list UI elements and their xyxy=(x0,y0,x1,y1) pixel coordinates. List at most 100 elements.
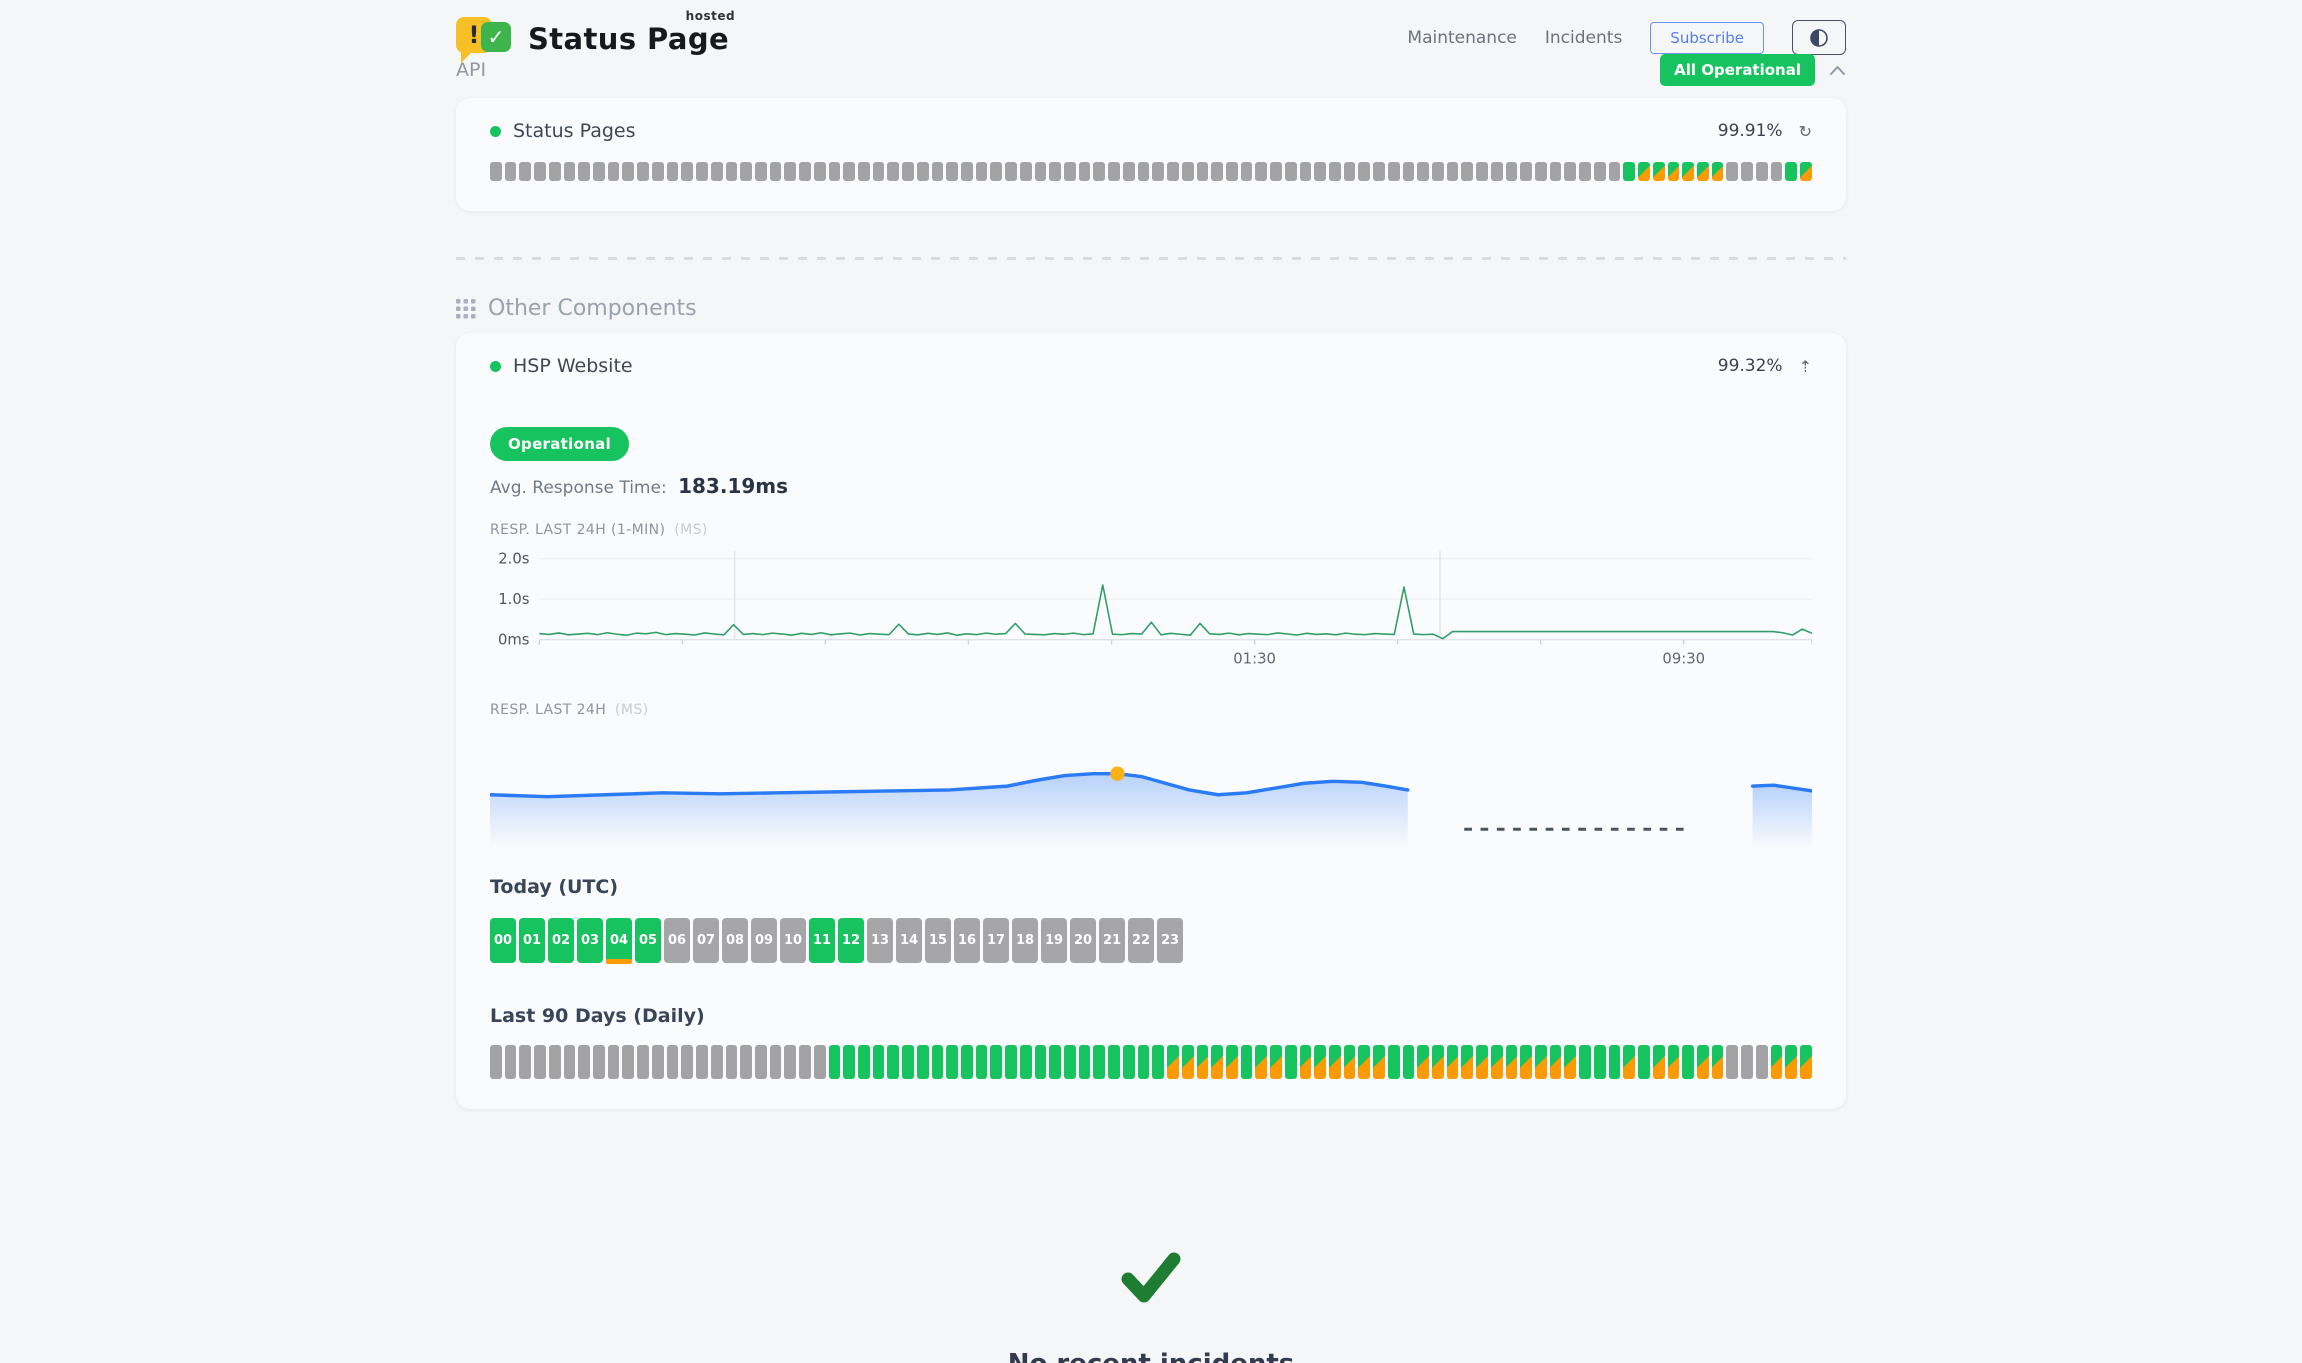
uptime-bar[interactable] xyxy=(917,162,929,181)
hour-cell[interactable]: 07 xyxy=(693,918,719,963)
hour-cell[interactable]: 21 xyxy=(1099,918,1125,963)
uptime-bar[interactable] xyxy=(1373,162,1385,181)
uptime-bar[interactable] xyxy=(902,1045,914,1079)
uptime-bar[interactable] xyxy=(1123,162,1135,181)
uptime-bar[interactable] xyxy=(696,1045,708,1079)
uptime-bar[interactable] xyxy=(681,1045,693,1079)
uptime-bar[interactable] xyxy=(1152,1045,1164,1079)
uptime-bar[interactable] xyxy=(696,162,708,181)
uptime-bar[interactable] xyxy=(1344,1045,1356,1079)
hour-cell[interactable]: 11 xyxy=(809,918,835,963)
uptime-bar[interactable] xyxy=(1285,1045,1297,1079)
refresh-icon[interactable]: ↻ xyxy=(1799,122,1812,141)
uptime-bar[interactable] xyxy=(1476,1045,1488,1079)
uptime-bar[interactable] xyxy=(946,162,958,181)
uptime-bar[interactable] xyxy=(1697,162,1709,181)
hour-cell[interactable]: 22 xyxy=(1128,918,1154,963)
uptime-bar[interactable] xyxy=(622,1045,634,1079)
uptime-bar[interactable] xyxy=(1712,162,1724,181)
uptime-bar[interactable] xyxy=(1241,162,1253,181)
uptime-bar[interactable] xyxy=(1329,1045,1341,1079)
hour-cell[interactable]: 12 xyxy=(838,918,864,963)
uptime-bar[interactable] xyxy=(1491,162,1503,181)
uptime-bar[interactable] xyxy=(1682,162,1694,181)
uptime-bar[interactable] xyxy=(1270,1045,1282,1079)
hour-cell[interactable]: 13 xyxy=(867,918,893,963)
uptime-bar[interactable] xyxy=(1005,1045,1017,1079)
uptime-bar[interactable] xyxy=(829,162,841,181)
uptime-bar[interactable] xyxy=(843,162,855,181)
uptime-bar[interactable] xyxy=(1506,1045,1518,1079)
uptime-bar[interactable] xyxy=(1403,162,1415,181)
uptime-bar[interactable] xyxy=(1520,1045,1532,1079)
uptime-bar[interactable] xyxy=(1771,162,1783,181)
uptime-bar[interactable] xyxy=(784,1045,796,1079)
uptime-bar[interactable] xyxy=(1638,1045,1650,1079)
uptime-bar[interactable] xyxy=(1226,162,1238,181)
uptime-bar[interactable] xyxy=(1461,162,1473,181)
uptime-bar[interactable] xyxy=(1079,162,1091,181)
uptime-bar[interactable] xyxy=(1447,1045,1459,1079)
uptime-bar[interactable] xyxy=(1432,162,1444,181)
uptime-bar[interactable] xyxy=(1182,1045,1194,1079)
uptime-bar[interactable] xyxy=(1579,162,1591,181)
uptime-bar[interactable] xyxy=(1417,162,1429,181)
uptime-bar[interactable] xyxy=(1653,162,1665,181)
uptime-bar[interactable] xyxy=(637,1045,649,1079)
uptime-bar[interactable] xyxy=(1800,162,1812,181)
uptime-bar[interactable] xyxy=(1035,1045,1047,1079)
uptime-bar[interactable] xyxy=(1609,162,1621,181)
uptime-bar[interactable] xyxy=(755,162,767,181)
uptime-bar[interactable] xyxy=(490,162,502,181)
uptime-bar[interactable] xyxy=(843,1045,855,1079)
uptime-bar[interactable] xyxy=(1388,1045,1400,1079)
uptime-bar[interactable] xyxy=(1579,1045,1591,1079)
uptime-bar[interactable] xyxy=(740,1045,752,1079)
trend-up-arrow-icon[interactable]: ⇡ xyxy=(1799,357,1812,376)
uptime-bar[interactable] xyxy=(726,1045,738,1079)
uptime-bar[interactable] xyxy=(534,1045,546,1079)
uptime-bar[interactable] xyxy=(1447,162,1459,181)
uptime-bar[interactable] xyxy=(1093,1045,1105,1079)
uptime-bar[interactable] xyxy=(505,1045,517,1079)
hour-cell[interactable]: 14 xyxy=(896,918,922,963)
response-time-area-chart[interactable] xyxy=(490,728,1812,850)
uptime-bar[interactable] xyxy=(1211,162,1223,181)
uptime-bar[interactable] xyxy=(1668,1045,1680,1079)
nav-maintenance[interactable]: Maintenance xyxy=(1407,28,1516,48)
uptime-bar[interactable] xyxy=(1417,1045,1429,1079)
uptime-bar[interactable] xyxy=(578,162,590,181)
uptime-bar[interactable] xyxy=(1064,1045,1076,1079)
uptime-bar[interactable] xyxy=(1108,162,1120,181)
uptime-bar[interactable] xyxy=(873,1045,885,1079)
uptime-bar[interactable] xyxy=(652,1045,664,1079)
hour-cell[interactable]: 23 xyxy=(1157,918,1183,963)
uptime-bar[interactable] xyxy=(667,1045,679,1079)
uptime-bar[interactable] xyxy=(608,1045,620,1079)
uptime-bar[interactable] xyxy=(887,1045,899,1079)
uptime-bar[interactable] xyxy=(1358,162,1370,181)
uptime-bar[interactable] xyxy=(1771,1045,1783,1079)
uptime-bar[interactable] xyxy=(1344,162,1356,181)
uptime-bar[interactable] xyxy=(1609,1045,1621,1079)
uptime-bar[interactable] xyxy=(1564,162,1576,181)
uptime-bar[interactable] xyxy=(1211,1045,1223,1079)
uptime-bar[interactable] xyxy=(505,162,517,181)
uptime-bar[interactable] xyxy=(608,162,620,181)
uptime-bar[interactable] xyxy=(1197,162,1209,181)
uptime-bar[interactable] xyxy=(1226,1045,1238,1079)
uptime-bar[interactable] xyxy=(858,1045,870,1079)
uptime-bar[interactable] xyxy=(564,1045,576,1079)
uptime-bar[interactable] xyxy=(1093,162,1105,181)
uptime-bar[interactable] xyxy=(1358,1045,1370,1079)
hour-cell[interactable]: 06 xyxy=(664,918,690,963)
theme-toggle-button[interactable] xyxy=(1792,20,1846,55)
uptime-bar[interactable] xyxy=(1049,1045,1061,1079)
uptime-bar[interactable] xyxy=(1594,1045,1606,1079)
hour-cell[interactable]: 08 xyxy=(722,918,748,963)
uptime-bar[interactable] xyxy=(1314,1045,1326,1079)
uptime-bar[interactable] xyxy=(1314,162,1326,181)
response-time-line-chart[interactable]: 2.0s1.0s0ms01:3009:30 xyxy=(490,550,1812,678)
hour-cell[interactable]: 17 xyxy=(983,918,1009,963)
uptime-bar[interactable] xyxy=(1594,162,1606,181)
